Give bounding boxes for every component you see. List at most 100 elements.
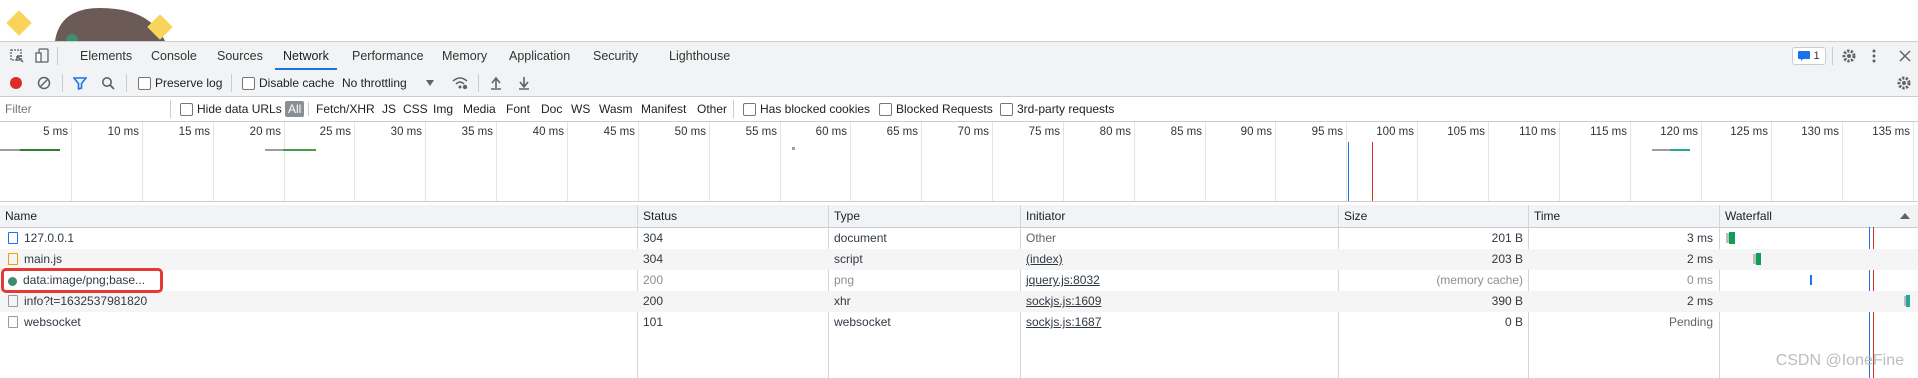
page-illustration <box>6 8 173 41</box>
type-filter-img[interactable]: Img <box>433 97 453 121</box>
request-type: xhr <box>834 294 851 308</box>
column-header-name[interactable]: Name <box>0 205 37 227</box>
overview-grid-line <box>1559 122 1560 201</box>
type-filter-js[interactable]: JS <box>382 97 396 121</box>
tab-console[interactable]: Console <box>143 42 205 70</box>
column-header-type[interactable]: Type <box>829 205 860 227</box>
blocked-requests-checkbox[interactable]: Blocked Requests <box>879 97 993 121</box>
disable-cache-checkbox[interactable]: Disable cache <box>242 70 334 96</box>
request-time: 3 ms <box>1686 231 1713 245</box>
overview-bar <box>20 149 60 151</box>
device-toolbar-icon[interactable] <box>35 48 49 67</box>
third-party-requests-checkbox[interactable]: 3rd-party requests <box>1000 97 1114 121</box>
request-name: main.js <box>24 252 63 266</box>
type-filter-wasm[interactable]: Wasm <box>599 97 633 121</box>
overview-tick-label: 20 ms <box>249 126 281 138</box>
overview-grid-line <box>1134 122 1135 201</box>
request-initiator-link[interactable]: sockjs.js:1687 <box>1021 312 1326 333</box>
column-header-status[interactable]: Status <box>638 205 677 227</box>
type-filter-all[interactable]: All <box>285 97 305 121</box>
network-conditions-icon[interactable] <box>451 70 469 96</box>
tab-network[interactable]: Network <box>275 42 337 70</box>
column-header-size[interactable]: Size <box>1339 205 1367 227</box>
overview-bar <box>1652 149 1670 151</box>
search-icon[interactable] <box>101 70 115 96</box>
xhr-icon <box>8 295 18 307</box>
request-time: 2 ms <box>1686 252 1713 266</box>
network-overview[interactable]: 5 ms 10 ms 15 ms 20 ms 25 ms 30 ms 35 ms 40 ms 4… <box>0 122 1918 202</box>
row-name-cell: websocket <box>3 312 628 333</box>
tab-lighthouse[interactable]: Lighthouse <box>661 42 738 70</box>
document-icon <box>8 232 18 244</box>
overview-tick-label: 65 ms <box>886 126 918 138</box>
overview-grid-line <box>496 122 497 201</box>
network-settings-gear-icon[interactable] <box>1896 70 1912 96</box>
inspect-element-icon[interactable] <box>10 49 24 66</box>
type-filter-doc[interactable]: Doc <box>541 97 562 121</box>
type-filter-all-label: All <box>285 101 305 117</box>
type-filter-other[interactable]: Other <box>697 97 727 121</box>
tab-performance[interactable]: Performance <box>344 42 432 70</box>
table-row[interactable]: websocket 101 websocket sockjs.js:1687 0… <box>0 312 1918 333</box>
overview-bar <box>283 149 316 151</box>
settings-gear-icon[interactable] <box>1841 48 1857 67</box>
throttling-select[interactable]: No throttling <box>342 70 435 96</box>
type-filter-css[interactable]: CSS <box>403 97 428 121</box>
request-time: Pending <box>1668 315 1713 329</box>
more-options-icon[interactable] <box>1872 49 1876 66</box>
load-event-marker <box>1372 142 1373 201</box>
request-size: 0 B <box>1504 315 1523 329</box>
overview-grid-line <box>1913 122 1914 201</box>
type-filter-media[interactable]: Media <box>463 97 496 121</box>
overview-grid-line <box>1205 122 1206 201</box>
request-initiator-link[interactable]: jquery.js:8032 <box>1021 270 1326 291</box>
export-har-icon[interactable] <box>518 70 530 96</box>
tab-security[interactable]: Security <box>585 42 646 70</box>
close-devtools-icon[interactable] <box>1899 50 1911 65</box>
has-blocked-cookies-checkbox[interactable]: Has blocked cookies <box>743 97 870 121</box>
type-filter-manifest[interactable]: Manifest <box>641 97 686 121</box>
tab-application[interactable]: Application <box>501 42 578 70</box>
overview-tick-label: 95 ms <box>1311 126 1343 138</box>
column-header-time[interactable]: Time <box>1529 205 1560 227</box>
overview-bar <box>0 149 20 151</box>
tab-sources[interactable]: Sources <box>209 42 271 70</box>
hide-data-urls-checkbox[interactable]: Hide data URLs <box>180 97 282 121</box>
type-filter-fetch-xhr[interactable]: Fetch/XHR <box>316 97 375 121</box>
filter-funnel-icon[interactable] <box>73 70 87 96</box>
network-toolbar: Preserve log Disable cache No throttling <box>0 70 1918 97</box>
overview-grid-line <box>284 122 285 201</box>
type-filter-ws[interactable]: WS <box>571 97 590 121</box>
clear-icon[interactable] <box>37 70 51 96</box>
request-initiator-link[interactable]: sockjs.js:1609 <box>1021 291 1326 312</box>
overview-tick-label: 45 ms <box>603 126 635 138</box>
overview-tick-label: 5 ms <box>43 126 68 138</box>
request-name: websocket <box>24 315 81 329</box>
column-header-initiator[interactable]: Initiator <box>1021 205 1065 227</box>
table-row[interactable]: 127.0.0.1 304 document Other 201 B 3 ms <box>0 228 1918 249</box>
request-initiator-link[interactable]: (index) <box>1021 249 1326 270</box>
row-name-cell: main.js <box>3 249 628 270</box>
request-status: 101 <box>643 315 664 329</box>
table-row[interactable]: main.js 304 script (index) 203 B 2 ms <box>0 249 1918 270</box>
tab-memory[interactable]: Memory <box>434 42 495 70</box>
type-filter-font[interactable]: Font <box>506 97 530 121</box>
issues-button[interactable]: 1 <box>1792 47 1826 65</box>
table-header: Name Status Type Initiator Size Time Wat… <box>0 205 1918 228</box>
table-row[interactable]: info?t=1632537981820 200 xhr sockjs.js:1… <box>0 291 1918 312</box>
overview-grid-line <box>850 122 851 201</box>
overview-tick-label: 125 ms <box>1730 126 1768 138</box>
import-har-icon[interactable] <box>490 70 502 96</box>
filter-input[interactable] <box>3 99 167 119</box>
record-icon[interactable] <box>9 70 23 96</box>
overview-tick-label: 85 ms <box>1170 126 1202 138</box>
tab-elements[interactable]: Elements <box>72 42 140 70</box>
column-header-waterfall[interactable]: Waterfall <box>1720 205 1772 227</box>
preserve-log-checkbox[interactable]: Preserve log <box>138 70 222 96</box>
request-status: 200 <box>643 294 664 308</box>
overview-grid-line <box>1771 122 1772 201</box>
request-type: document <box>834 231 887 245</box>
overview-tick-label: 90 ms <box>1240 126 1272 138</box>
overview-grid-line <box>780 122 781 201</box>
table-row[interactable]: data:image/png;base... 200 png jquery.js… <box>0 270 1918 291</box>
